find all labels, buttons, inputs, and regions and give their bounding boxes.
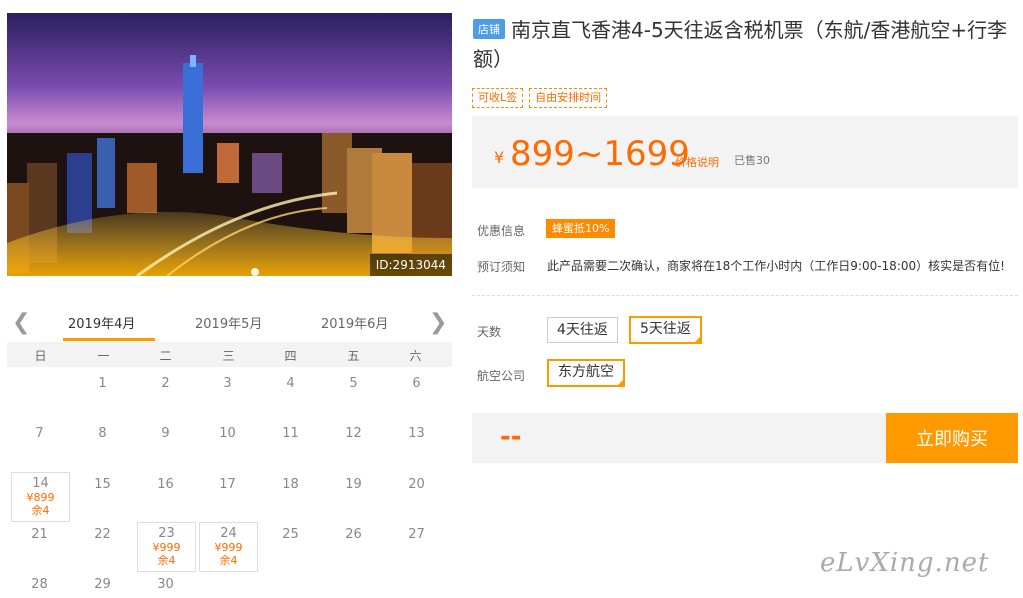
calendar-day: 6 xyxy=(412,376,421,391)
day-stock: 余4 xyxy=(157,554,176,567)
calendar-day: 21 xyxy=(31,527,48,542)
month-tab-may[interactable]: 2019年5月 xyxy=(195,313,262,332)
weekday: 一 xyxy=(97,349,110,363)
calendar-day: 27 xyxy=(408,527,425,542)
weekday: 六 xyxy=(409,349,422,363)
next-month-icon[interactable]: ❯ xyxy=(429,310,447,335)
active-month-indicator xyxy=(63,338,155,341)
price-note-link[interactable]: 价格说明 xyxy=(675,154,719,170)
product-title-area: 店铺 南京直飞香港4-5天往返含税机票（东航/香港航空+行李额） xyxy=(473,16,1013,74)
price-box: ¥ 899~1699 价格说明 已售30 xyxy=(472,116,1018,188)
notice-label: 预订须知 xyxy=(477,260,526,274)
weekday: 五 xyxy=(347,349,360,363)
day-stock: 余4 xyxy=(219,554,238,567)
product-image[interactable]: ID:2913044 xyxy=(7,13,452,276)
carousel-dot[interactable] xyxy=(251,268,259,276)
calendar-day: 22 xyxy=(94,527,111,542)
calendar-day: 17 xyxy=(219,477,236,492)
promo-label: 优惠信息 xyxy=(477,224,526,238)
promo-badge: 蜂蜜抵10% xyxy=(546,219,616,238)
calendar-day: 18 xyxy=(282,477,299,492)
calendar-day: 19 xyxy=(345,477,362,492)
weekday: 三 xyxy=(222,349,235,363)
airline-label: 航空公司 xyxy=(477,369,526,383)
calendar-day: 4 xyxy=(286,376,295,391)
tag-free-schedule: 自由安排时间 xyxy=(529,88,608,108)
calendar-day: 28 xyxy=(31,577,48,592)
days-option-5-selected[interactable]: 5天往返 xyxy=(629,316,702,344)
calendar-day: 11 xyxy=(282,426,299,441)
day-price: ¥999 xyxy=(152,541,181,554)
calendar-day: 12 xyxy=(345,426,362,441)
airline-option-selected[interactable]: 东方航空 xyxy=(547,359,625,387)
calendar-day: 7 xyxy=(35,426,44,441)
weekday: 四 xyxy=(284,349,297,363)
calendar-day: 9 xyxy=(161,426,170,441)
shop-badge: 店铺 xyxy=(473,19,505,39)
calendar-day: 20 xyxy=(408,477,425,492)
day-number: 14 xyxy=(32,476,49,491)
calendar-day: 30 xyxy=(157,577,174,592)
calendar-day: 10 xyxy=(219,426,236,441)
calendar-day-available[interactable]: 14 ¥899 余4 xyxy=(11,472,70,522)
tag-visa: 可收L签 xyxy=(472,88,524,108)
calendar-day: 16 xyxy=(157,477,174,492)
calendar-day: 15 xyxy=(94,477,111,492)
product-title: 南京直飞香港4-5天往返含税机票（东航/香港航空+行李额） xyxy=(473,18,1008,71)
calendar-day: 8 xyxy=(98,426,107,441)
calendar-day: 3 xyxy=(223,376,232,391)
calendar-day-available[interactable]: 23 ¥999 余4 xyxy=(137,522,196,572)
calendar-day: 1 xyxy=(98,376,107,391)
calendar-day-available[interactable]: 24 ¥999 余4 xyxy=(199,522,258,572)
calendar-day: 26 xyxy=(345,527,362,542)
price-currency: ¥ xyxy=(494,148,505,167)
price-range: 899~1699 xyxy=(510,134,690,174)
days-option-4[interactable]: 4天往返 xyxy=(547,317,618,343)
product-tags: 可收L签 自由安排时间 xyxy=(472,86,613,108)
watermark: eLvXing.net xyxy=(820,548,990,578)
calendar-day: 2 xyxy=(161,376,170,391)
calendar-header: ❮ 2019年4月 2019年5月 2019年6月 ❯ xyxy=(7,306,452,342)
divider xyxy=(472,295,1018,296)
buy-now-button[interactable]: 立即购买 xyxy=(886,413,1018,463)
buy-bar: -- 立即购买 xyxy=(472,413,1018,463)
calendar-day: 25 xyxy=(282,527,299,542)
day-price: ¥999 xyxy=(214,541,243,554)
weekday: 日 xyxy=(34,349,47,363)
weekday-header: 日 一 二 三 四 五 六 xyxy=(7,342,452,367)
calendar-day: 29 xyxy=(94,577,111,592)
sold-count: 已售30 xyxy=(734,154,770,167)
weekday: 二 xyxy=(159,349,172,363)
days-label: 天数 xyxy=(477,325,502,339)
day-stock: 余4 xyxy=(31,504,50,517)
month-tab-april[interactable]: 2019年4月 xyxy=(68,313,135,332)
calendar-day: 5 xyxy=(349,376,358,391)
buy-price: -- xyxy=(500,422,522,452)
prev-month-icon[interactable]: ❮ xyxy=(12,310,30,335)
day-price: ¥899 xyxy=(26,491,55,504)
day-number: 24 xyxy=(220,526,237,541)
image-id-label: ID:2913044 xyxy=(369,254,452,276)
day-number: 23 xyxy=(158,526,175,541)
month-tab-june[interactable]: 2019年6月 xyxy=(321,313,388,332)
notice-text: 此产品需要二次确认，商家将在18个工作小时内（工作日9:00-18:00）核实是… xyxy=(547,259,1005,273)
city-night-illustration xyxy=(7,55,452,276)
calendar-day: 13 xyxy=(408,426,425,441)
